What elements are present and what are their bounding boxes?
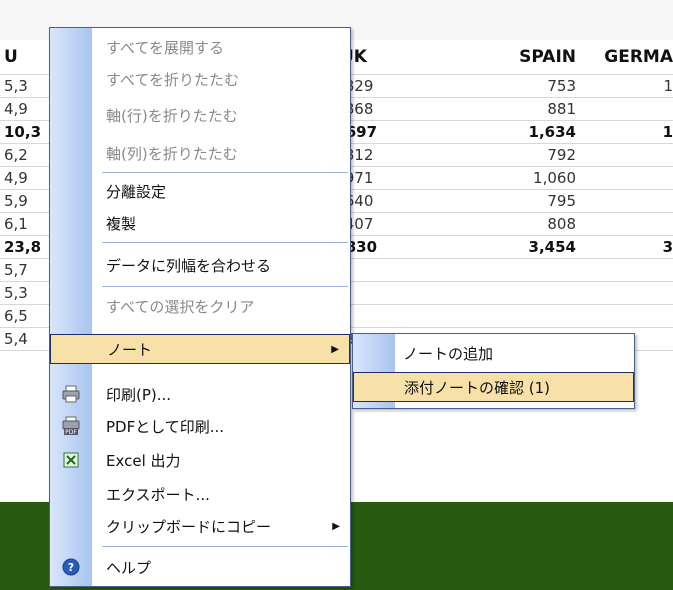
menu-item-label: すべてを折りたたむ	[106, 70, 240, 89]
menu-item-label: 複製	[106, 214, 137, 233]
excel-icon	[60, 450, 82, 470]
column-header-spain[interactable]: SPAIN	[480, 40, 576, 74]
menu-item-export[interactable]: エクスポート...	[50, 480, 350, 508]
submenu-item-view-attached-notes[interactable]: 添付ノートの確認 (1)	[353, 372, 634, 402]
cell-germany[interactable]: 1	[596, 121, 673, 143]
menu-item-print[interactable]: 印刷(P)...	[50, 380, 350, 408]
menu-item-label: エクスポート...	[106, 485, 210, 504]
cell-spain[interactable]	[480, 259, 576, 281]
submenu-item-add-note[interactable]: ノートの追加	[353, 338, 634, 368]
menu-item-label: 印刷(P)...	[106, 385, 172, 404]
menu-item-label: ノート	[107, 340, 153, 359]
cell-germany[interactable]	[596, 213, 673, 235]
menu-item-collapse-row-axis[interactable]: 軸(行)を折りたたむ	[50, 100, 350, 130]
menu-item-print-pdf[interactable]: PDF PDFとして印刷...	[50, 412, 350, 440]
menu-item-clear-selection[interactable]: すべての選択をクリア	[50, 290, 350, 322]
menu-item-label: PDFとして印刷...	[106, 417, 225, 436]
menu-item-collapse-all[interactable]: すべてを折りたたむ	[50, 64, 350, 94]
column-header-germany[interactable]: GERMA	[596, 40, 673, 74]
menu-item-collapse-column-axis[interactable]: 軸(列)を折りたたむ	[50, 138, 350, 168]
cell-spain[interactable]: 1,060	[480, 167, 576, 189]
cell-spain[interactable]: 792	[480, 144, 576, 166]
cell-germany[interactable]	[596, 98, 673, 120]
cell-germany[interactable]	[596, 282, 673, 304]
printer-icon	[60, 384, 82, 404]
cell-germany[interactable]: 3	[596, 236, 673, 258]
menu-item-label: 軸(行)を折りたたむ	[106, 106, 238, 125]
cell-spain[interactable]: 881	[480, 98, 576, 120]
cell-spain[interactable]: 753	[480, 75, 576, 97]
cell-spain[interactable]: 795	[480, 190, 576, 212]
pdf-printer-icon: PDF	[60, 416, 82, 436]
cell-spain[interactable]: 3,454	[480, 236, 576, 258]
menu-item-notes[interactable]: ノート ▶	[50, 334, 350, 364]
menu-item-label: すべての選択をクリア	[106, 297, 255, 316]
cell-spain[interactable]	[480, 282, 576, 304]
menu-separator	[102, 546, 348, 547]
menu-item-excel-export[interactable]: Excel 出力	[50, 446, 350, 474]
menu-item-copy-to-clipboard[interactable]: クリップボードにコピー ▶	[50, 512, 350, 540]
notes-submenu: ノートの追加 添付ノートの確認 (1)	[352, 333, 635, 409]
menu-item-fit-columns-to-data[interactable]: データに列幅を合わせる	[50, 248, 350, 282]
cell-germany[interactable]	[596, 190, 673, 212]
submenu-arrow-icon: ▶	[331, 343, 339, 355]
cell-germany[interactable]	[596, 305, 673, 327]
cell-germany[interactable]	[596, 144, 673, 166]
cell-germany[interactable]: 1	[596, 75, 673, 97]
cell-germany[interactable]	[596, 259, 673, 281]
cell-germany[interactable]	[596, 167, 673, 189]
cell-spain[interactable]: 1,634	[480, 121, 576, 143]
submenu-item-label: 添付ノートの確認 (1)	[404, 378, 551, 397]
pdf-badge-text: PDF	[65, 429, 77, 436]
menu-item-label: 軸(列)を折りたたむ	[106, 144, 238, 163]
menu-item-label: クリップボードにコピー	[106, 517, 272, 536]
menu-item-label: Excel 出力	[106, 451, 181, 470]
cell-spain[interactable]	[480, 305, 576, 327]
cell-spain[interactable]: 808	[480, 213, 576, 235]
menu-item-label: 分離設定	[106, 182, 167, 201]
context-menu: すべてを展開する すべてを折りたたむ 軸(行)を折りたたむ 軸(列)を折りたたむ…	[49, 27, 351, 587]
menu-item-help[interactable]: ? ヘルプ	[50, 552, 350, 582]
menu-separator	[102, 286, 348, 287]
help-icon-glyph: ?	[68, 561, 74, 574]
menu-item-label: ヘルプ	[106, 558, 152, 577]
menu-item-split-settings[interactable]: 分離設定	[50, 176, 350, 206]
menu-item-duplicate[interactable]: 複製	[50, 208, 350, 238]
menu-item-expand-all[interactable]: すべてを展開する	[50, 32, 350, 62]
help-icon: ?	[60, 557, 82, 577]
submenu-arrow-icon: ▶	[332, 520, 340, 532]
submenu-item-label: ノートの追加	[403, 344, 494, 363]
menu-item-label: データに列幅を合わせる	[106, 256, 272, 275]
menu-item-label: すべてを展開する	[106, 38, 225, 57]
menu-separator	[102, 172, 348, 173]
menu-separator	[102, 242, 348, 243]
